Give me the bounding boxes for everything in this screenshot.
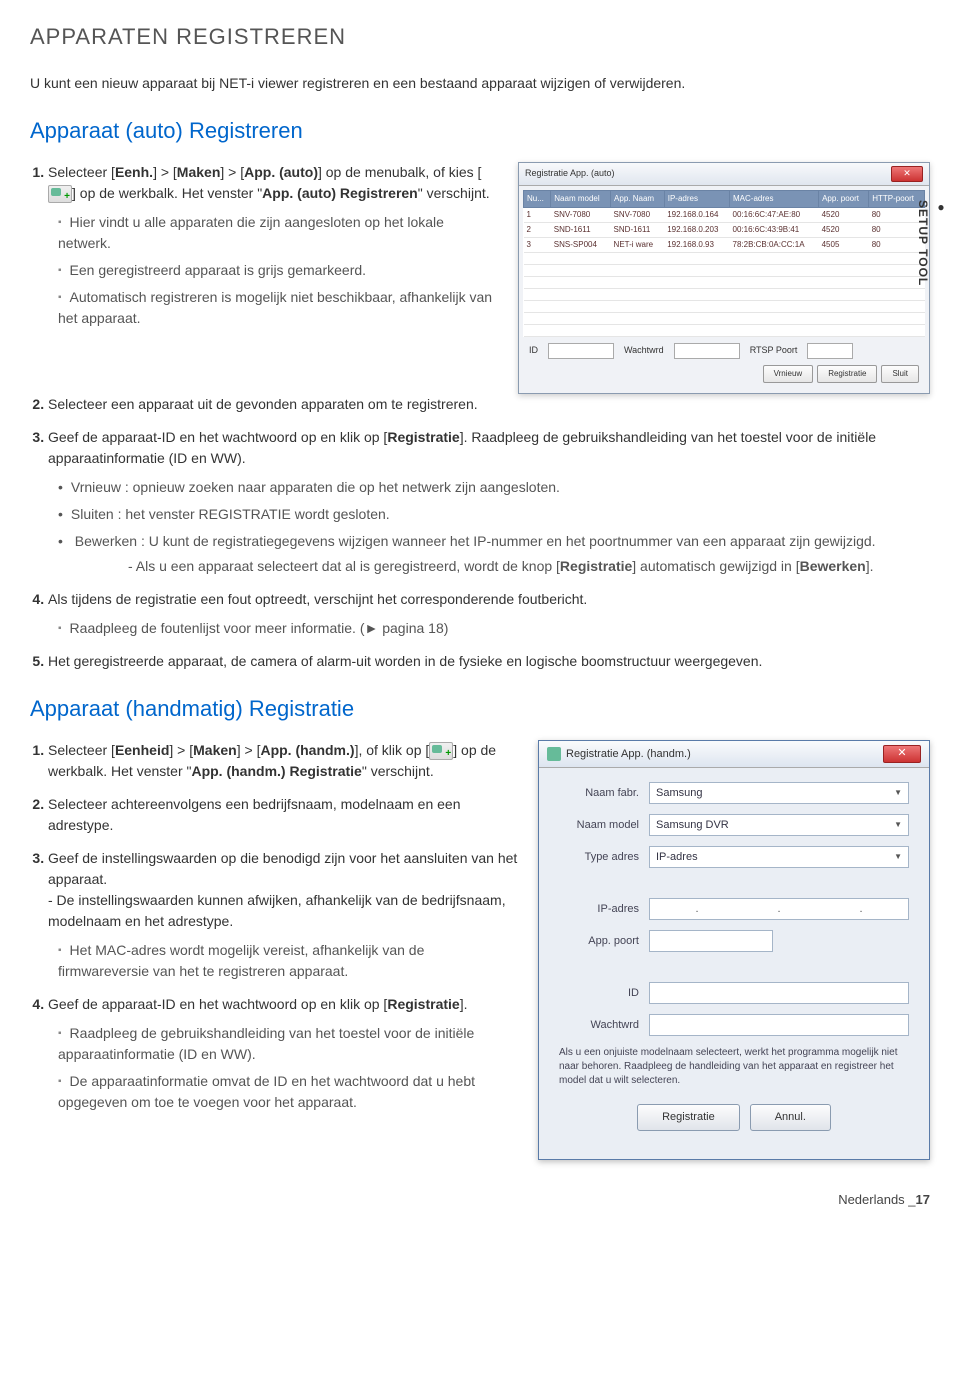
chevron-down-icon: ▼ — [894, 787, 902, 799]
auto-step3-vrnieuw: Vrnieuw : opnieuw zoeken naar apparaten … — [58, 477, 930, 498]
section-manual-title: Apparaat (handmatig) Registratie — [30, 692, 930, 725]
dlg1-pw-input[interactable] — [674, 343, 740, 359]
toolbar-add-icon — [429, 742, 453, 760]
manual-step3-note: Het MAC-adres wordt mogelijk vereist, af… — [58, 940, 518, 982]
page-title: APPARATEN REGISTREREN — [30, 20, 930, 53]
dlg2-title-text: Registratie App. (handm.) — [566, 746, 691, 763]
dlg1-pw-label: Wachtwrd — [624, 344, 664, 358]
ip-input[interactable]: ... — [649, 898, 909, 920]
dialog-manual-register: Registratie App. (handm.) ✕ Naam fabr. S… — [538, 740, 930, 1160]
manual-step-1: Selecteer [Eenheid] > [Maken] > [App. (h… — [48, 740, 518, 782]
model-label: Naam model — [559, 817, 639, 834]
dlg1-title-text: Registratie App. (auto) — [525, 167, 615, 181]
type-select[interactable]: IP-adres▼ — [649, 846, 909, 868]
close-button[interactable]: Sluit — [881, 365, 919, 383]
pw-label: Wachtwrd — [559, 1017, 639, 1034]
auto-step3-sluiten: Sluiten : het venster REGISTRATIE wordt … — [58, 504, 930, 525]
manual-step-3: Geef de instellingswaarden op die benodi… — [48, 848, 518, 982]
manual-step-4: Geef de apparaat-ID en het wachtwoord op… — [48, 994, 518, 1113]
page-footer: Nederlands _17 — [30, 1190, 930, 1210]
dlg2-warning-note: Als u een onjuiste modelnaam selecteert,… — [559, 1046, 909, 1088]
manual-step-2: Selecteer achtereenvolgens een bedrijfsn… — [48, 794, 518, 836]
id-label: ID — [559, 985, 639, 1002]
ip-label: IP-adres — [559, 901, 639, 918]
register-button[interactable]: Registratie — [637, 1104, 740, 1131]
auto-step-1: Selecteer [Eenh.] > [Maken] > [App. (aut… — [48, 162, 498, 329]
auto-step1-note-3: Automatisch registreren is mogelijk niet… — [58, 287, 498, 329]
auto-step1-note-1: Hier vindt u alle apparaten die zijn aan… — [58, 212, 498, 254]
dlg1-rtsp-input[interactable] — [807, 343, 853, 359]
register-button[interactable]: Registratie — [817, 365, 877, 383]
auto-step1-note-2: Een geregistreerd apparaat is grijs gema… — [58, 260, 498, 281]
fabr-label: Naam fabr. — [559, 785, 639, 802]
type-label: Type adres — [559, 849, 639, 866]
auto-step3-bewerken: Bewerken : U kunt de registratiegegevens… — [58, 531, 930, 577]
cancel-button[interactable]: Annul. — [750, 1104, 831, 1131]
toolbar-add-icon — [48, 185, 72, 203]
dlg1-id-label: ID — [529, 344, 538, 358]
fabr-select[interactable]: Samsung▼ — [649, 782, 909, 804]
close-icon[interactable]: ✕ — [883, 745, 921, 763]
manual-step4-note-1: Raadpleeg de gebruikshandleiding van het… — [58, 1023, 518, 1065]
auto-step-3: Geef de apparaat-ID en het wachtwoord op… — [48, 427, 930, 577]
refresh-button[interactable]: Vrnieuw — [763, 365, 814, 383]
dlg1-device-table: Nu... Naam model App. Naam IP-adres MAC-… — [523, 190, 925, 337]
side-tab-setup-tool: SETUP TOOL — [914, 200, 950, 286]
section-auto-title: Apparaat (auto) Registreren — [30, 114, 930, 147]
pw-input[interactable] — [649, 1014, 909, 1036]
auto-step-4: Als tijdens de registratie een fout optr… — [48, 589, 930, 639]
table-row[interactable]: 3SNS-SP004NET-i ware192.168.0.9378:2B:CB… — [524, 238, 925, 253]
port-label: App. poort — [559, 933, 639, 950]
dlg1-rtsp-label: RTSP Poort — [750, 344, 798, 358]
id-input[interactable] — [649, 982, 909, 1004]
port-input[interactable] — [649, 930, 773, 952]
auto-step4-note: Raadpleeg de foutenlijst voor meer infor… — [58, 618, 930, 639]
dialog-auto-register: Registratie App. (auto) ✕ Nu... Naam mod… — [518, 162, 930, 394]
intro-text: U kunt een nieuw apparaat bij NET-i view… — [30, 73, 930, 94]
manual-step4-note-2: De apparaatinformatie omvat de ID en het… — [58, 1071, 518, 1113]
auto-step-2: Selecteer een apparaat uit de gevonden a… — [48, 394, 930, 415]
table-row[interactable]: 2SND-1611SND-1611192.168.0.20300:16:6C:4… — [524, 223, 925, 238]
dlg1-id-input[interactable] — [548, 343, 614, 359]
chevron-down-icon: ▼ — [894, 819, 902, 831]
auto-step-5: Het geregistreerde apparaat, de camera o… — [48, 651, 930, 672]
chevron-down-icon: ▼ — [894, 851, 902, 863]
table-row[interactable]: 1SNV-7080SNV-7080192.168.0.16400:16:6C:4… — [524, 208, 925, 223]
dialog-icon — [547, 747, 561, 761]
model-select[interactable]: Samsung DVR▼ — [649, 814, 909, 836]
close-icon[interactable]: ✕ — [891, 166, 923, 182]
